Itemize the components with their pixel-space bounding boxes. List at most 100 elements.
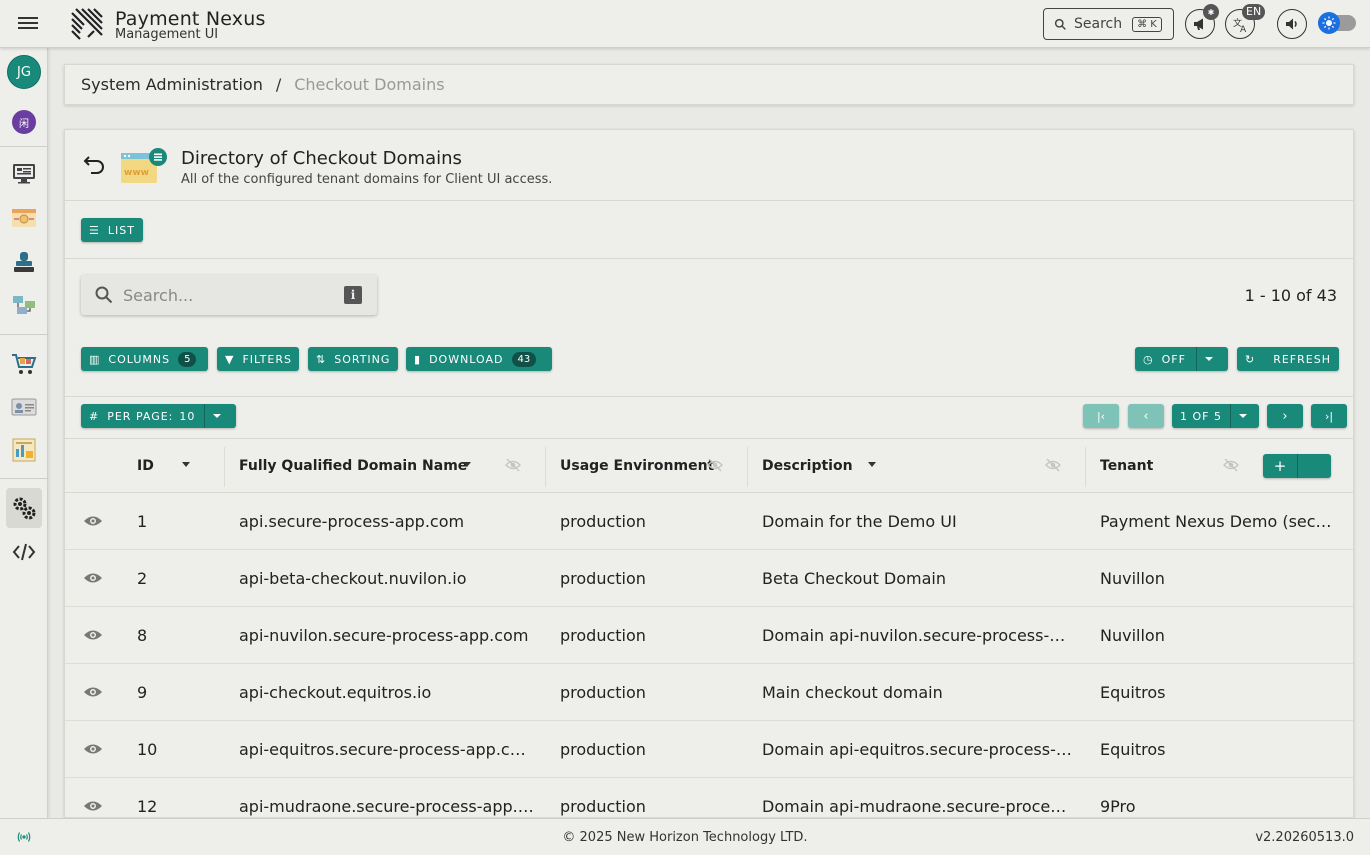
view-icon[interactable]: [83, 627, 103, 643]
sidebar-item-developer[interactable]: [8, 536, 40, 568]
first-page-icon: |‹: [1096, 409, 1106, 423]
hide-column-icon[interactable]: [1223, 457, 1239, 473]
table-row[interactable]: 8 api-nuvilon.secure-process-app.com pro…: [65, 607, 1353, 664]
sidebar-item-integrations[interactable]: [8, 289, 40, 321]
column-divider: [545, 447, 546, 487]
language-badge: EN: [1242, 4, 1266, 20]
sidebar-item-dashboard[interactable]: [8, 157, 40, 189]
global-search-button[interactable]: Search ⌘ K: [1043, 8, 1174, 40]
sorting-button[interactable]: ⇅ SORTING: [308, 347, 398, 371]
table-header: ID Fully Qualified Domain Name Usage Env…: [65, 438, 1353, 493]
back-icon[interactable]: [83, 152, 107, 176]
menu-icon[interactable]: [16, 14, 40, 34]
sidebar-item-terminals[interactable]: [8, 246, 40, 278]
refresh-button[interactable]: ↻ REFRESH: [1237, 347, 1339, 371]
column-header-tenant[interactable]: Tenant: [1100, 458, 1153, 474]
columns-button[interactable]: ▥ COLUMNS 5: [81, 347, 208, 371]
previous-page-button[interactable]: ‹: [1128, 404, 1164, 428]
columns-label: COLUMNS: [108, 352, 171, 366]
sidebar-item-reports[interactable]: [8, 434, 40, 466]
sidebar-item-system-administration[interactable]: [6, 488, 42, 528]
per-page-button[interactable]: # PER PAGE: 10: [81, 404, 236, 428]
add-options-button[interactable]: [1297, 454, 1331, 478]
view-icon[interactable]: [83, 684, 103, 700]
breadcrumb: System Administration / Checkout Domains: [64, 64, 1354, 105]
hash-icon: #: [89, 409, 100, 423]
page-select-button[interactable]: 1 OF 5: [1172, 404, 1259, 428]
payment-page-icon: [12, 209, 36, 227]
per-page-label: PER PAGE:: [107, 409, 174, 423]
hide-column-icon[interactable]: [505, 457, 521, 473]
add-record-group: +: [1263, 454, 1331, 478]
breadcrumb-parent[interactable]: System Administration: [81, 75, 263, 94]
view-icon[interactable]: [83, 798, 103, 814]
view-list-button[interactable]: ☰ LIST: [81, 218, 143, 242]
cell-fqdn: api.secure-process-app.com: [239, 512, 465, 531]
cell-environment: production: [560, 626, 646, 645]
button-divider: [204, 404, 206, 428]
info-icon[interactable]: i: [344, 286, 362, 304]
sun-icon: [1318, 12, 1340, 34]
app-version: v2.20260513.0: [1255, 830, 1354, 845]
sound-button[interactable]: [1277, 9, 1307, 39]
chevron-down-icon[interactable]: [1238, 414, 1247, 418]
table-row[interactable]: 1 api.secure-process-app.com production …: [65, 493, 1353, 550]
sidebar-item-commerce[interactable]: [8, 348, 40, 380]
auto-refresh-button[interactable]: ◷ OFF: [1135, 347, 1228, 371]
view-icon[interactable]: [83, 513, 103, 529]
chevron-down-icon[interactable]: [213, 414, 222, 418]
global-search-label: Search: [1074, 16, 1123, 32]
column-header-usage-environment[interactable]: Usage Environment: [560, 458, 714, 474]
column-header-id[interactable]: ID: [137, 458, 154, 474]
page-indicator: 1 OF 5: [1180, 409, 1222, 423]
cell-description: Domain api-mudraone.secure-process-app.c…: [762, 797, 1074, 816]
view-list-label: LIST: [107, 223, 135, 237]
sidebar-item-merchants[interactable]: [8, 391, 40, 423]
sort-caret-icon[interactable]: [463, 462, 471, 467]
table-row[interactable]: 10 api-equitros.secure-process-app.com p…: [65, 721, 1353, 778]
filters-button[interactable]: ▼ FILTERS: [217, 347, 299, 371]
top-app-bar: Payment Nexus Management UI Search ⌘ K ✱…: [0, 0, 1370, 48]
cell-fqdn: api-mudraone.secure-process-app.com: [239, 797, 535, 816]
page-description: All of the configured tenant domains for…: [181, 172, 553, 187]
svg-text:www: www: [124, 168, 149, 178]
theme-toggle[interactable]: [1318, 12, 1356, 34]
sort-caret-icon[interactable]: [182, 462, 190, 467]
www-domain-icon: www: [121, 148, 167, 183]
hide-column-icon[interactable]: [707, 457, 723, 473]
shopping-cart-icon: [12, 354, 37, 374]
breadcrumb-current: Checkout Domains: [294, 75, 445, 94]
column-header-description[interactable]: Description: [762, 458, 853, 474]
chevron-down-icon[interactable]: [1204, 357, 1213, 361]
sidebar-item-payments[interactable]: [8, 202, 40, 234]
download-button[interactable]: ▮ DOWNLOAD 43: [406, 347, 552, 371]
cell-tenant: Payment Nexus Demo (secure-process-app): [1100, 512, 1340, 531]
next-page-button[interactable]: ›: [1267, 404, 1303, 428]
last-page-button[interactable]: ›|: [1311, 404, 1347, 428]
table-row[interactable]: 12 api-mudraone.secure-process-app.com p…: [65, 778, 1353, 817]
column-header-fqdn[interactable]: Fully Qualified Domain Name: [239, 458, 467, 474]
chevron-right-icon: ›: [1282, 408, 1288, 424]
cell-id: 12: [137, 797, 158, 816]
sort-caret-icon[interactable]: [868, 462, 876, 467]
cell-environment: production: [560, 797, 646, 816]
cell-id: 9: [137, 683, 148, 702]
notification-badge-icon: ✱: [1203, 4, 1219, 20]
add-icon[interactable]: +: [1263, 457, 1297, 475]
search-input[interactable]: [123, 284, 333, 306]
tenant-avatar[interactable]: 闲: [12, 110, 36, 134]
first-page-button[interactable]: |‹: [1083, 404, 1119, 428]
app-subtitle: Management UI: [115, 27, 219, 42]
report-icon: [12, 438, 36, 462]
hide-column-icon[interactable]: [1045, 457, 1061, 473]
stamp-icon: [14, 252, 34, 272]
cell-tenant: Nuvillon: [1100, 626, 1165, 645]
table-row[interactable]: 2 api-beta-checkout.nuvilon.io productio…: [65, 550, 1353, 607]
user-avatar[interactable]: JG: [7, 55, 41, 89]
view-icon[interactable]: [83, 570, 103, 586]
table-row[interactable]: 9 api-checkout.equitros.io production Ma…: [65, 664, 1353, 721]
copyright: © 2025 New Horizon Technology LTD.: [562, 830, 808, 845]
view-icon[interactable]: [83, 741, 103, 757]
filters-label: FILTERS: [242, 352, 292, 366]
cell-id: 10: [137, 740, 158, 759]
